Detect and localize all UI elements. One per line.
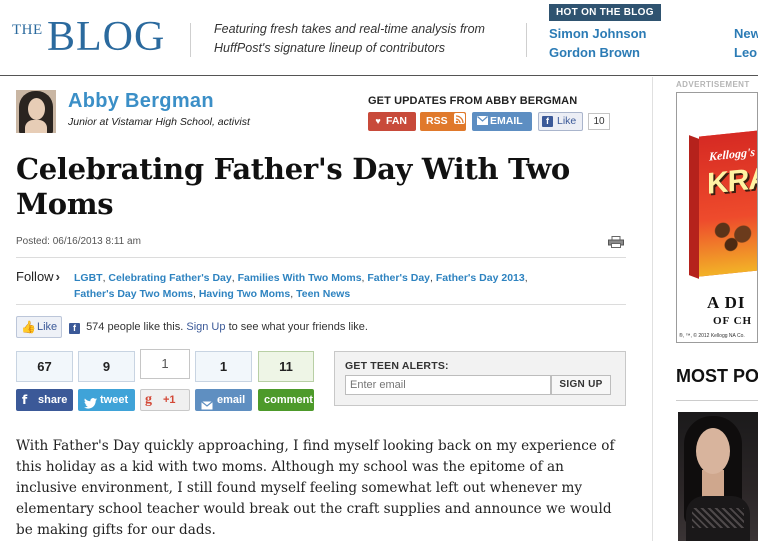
most-popular-divider <box>676 400 758 401</box>
divider <box>16 304 626 305</box>
comment-count: 11 <box>258 351 314 382</box>
follow-text: Follow <box>16 269 54 284</box>
envelope-icon <box>477 116 488 126</box>
facebook-icon: f <box>69 323 80 334</box>
email-button-label: EMAIL <box>490 115 523 127</box>
tweet-label: tweet <box>100 394 129 406</box>
most-popular-heading: MOST PO <box>676 366 758 386</box>
signup-suffix: to see what your friends like. <box>228 321 368 333</box>
facebook-social-text: f 574 people like this. Sign Up to see w… <box>69 321 368 334</box>
ad-fine-print: ®, ™, © 2012 Kellogg NA Co. <box>679 333 745 339</box>
hot-blogger-link[interactable]: Gordon Brown <box>549 43 647 62</box>
facebook-share-button[interactable]: f share <box>16 389 73 411</box>
hot-blogger-link[interactable]: Simon Johnson <box>549 24 647 43</box>
like-label: Like <box>557 115 577 127</box>
facebook-like-count: 10 <box>588 113 610 130</box>
tag-link[interactable]: Having Two Moms <box>199 288 290 300</box>
email-subscribe-button[interactable]: EMAIL <box>472 112 532 131</box>
facebook-signup-link[interactable]: Sign Up <box>186 321 225 333</box>
advertisement-banner[interactable]: Kellogg's KRA A DI OF CH ®, ™, © 2012 Ke… <box>676 92 758 343</box>
email-share-button[interactable]: email <box>195 389 252 411</box>
ad-headline: A DI <box>707 293 746 312</box>
facebook-icon: f <box>542 116 553 127</box>
facebook-icon: f <box>22 393 28 407</box>
tag-link[interactable]: Celebrating Father's Day <box>108 272 231 284</box>
most-popular-thumbnail[interactable] <box>678 412 758 541</box>
rss-icon <box>453 113 465 124</box>
comment-label: comment <box>264 394 313 406</box>
get-updates-title: GET UPDATES FROM ABBY BERGMAN <box>368 95 578 107</box>
facebook-like-button[interactable]: f Like <box>538 112 583 131</box>
facebook-like-button-large[interactable]: 👍 Like <box>16 316 62 338</box>
fan-button[interactable]: ♥ FAN <box>368 112 416 131</box>
like-label: Like <box>37 321 58 333</box>
cereal-box-image: Kellogg's KRA <box>699 129 758 277</box>
google-plus-icon: g <box>145 392 152 407</box>
alerts-title: GET TEEN ALERTS: <box>345 360 449 372</box>
teen-alerts-box: GET TEEN ALERTS: SIGN UP <box>334 351 626 406</box>
tag-link[interactable]: Father's Day Two Moms <box>74 288 193 300</box>
tweet-button[interactable]: tweet <box>78 389 135 411</box>
hot-blogger-column: New Leo <box>734 24 758 62</box>
divider <box>16 257 626 258</box>
share-label: share <box>38 394 68 406</box>
twitter-share-count: 9 <box>78 351 135 382</box>
header-divider <box>190 23 191 57</box>
ad-subline: OF CH <box>713 315 753 327</box>
article-paragraph: With Father's Day quickly approaching, I… <box>16 438 615 538</box>
hot-on-the-blog-badge: HOT ON THE BLOG <box>549 4 661 21</box>
print-icon[interactable] <box>608 235 624 248</box>
follow-label: Follow › <box>16 269 60 284</box>
plus-one-label: +1 <box>163 394 176 406</box>
rss-button-label: RSS <box>426 115 448 127</box>
tag-link[interactable]: LGBT <box>74 272 103 284</box>
chevron-right-icon: › <box>55 269 60 284</box>
author-name-link[interactable]: Abby Bergman <box>68 90 214 113</box>
alerts-email-input[interactable] <box>345 375 551 395</box>
facebook-share-count: 67 <box>16 351 73 382</box>
comment-button[interactable]: comment <box>258 389 314 411</box>
tag-link[interactable]: Father's Day 2013 <box>436 272 525 284</box>
email-share-count: 1 <box>195 351 252 382</box>
ad-product-name: KRA <box>707 161 758 201</box>
logo-the: THE <box>12 22 43 38</box>
sidebar-divider <box>652 77 653 541</box>
author-bio: Junior at Vistamar High School, activist <box>68 116 250 128</box>
header-tagline: Featuring fresh takes and real-time anal… <box>214 22 485 55</box>
heart-icon: ♥ <box>375 116 381 126</box>
twitter-bird-icon <box>84 394 97 416</box>
gplus-share-count: 1 <box>140 349 190 379</box>
email-label: email <box>217 394 246 406</box>
envelope-icon <box>201 395 213 417</box>
google-plus-button[interactable]: g +1 <box>140 389 190 411</box>
post-date: Posted: 06/16/2013 8:11 am <box>16 236 141 247</box>
post-title: Celebrating Father's Day With Two Moms <box>16 152 570 221</box>
header-divider <box>526 23 527 57</box>
fan-button-label: FAN <box>386 115 407 127</box>
thumbs-up-icon: 👍 <box>21 320 36 334</box>
tag-link[interactable]: Teen News <box>296 288 350 300</box>
tag-list: LGBT, Celebrating Father's Day, Families… <box>74 272 528 300</box>
tag-link[interactable]: Father's Day <box>367 272 430 284</box>
hot-blogger-column: Simon Johnson Gordon Brown <box>549 24 647 62</box>
hot-blogger-link[interactable]: Leo <box>734 43 758 62</box>
hot-blogger-link[interactable]: New <box>734 24 758 43</box>
logo-blog: BLOG <box>47 14 166 60</box>
author-avatar[interactable] <box>16 90 56 133</box>
people-like-text: 574 people like this. <box>86 321 184 333</box>
rss-button[interactable]: RSS <box>420 112 466 131</box>
advertisement-label: ADVERTISEMENT <box>676 80 750 89</box>
tag-link[interactable]: Families With Two Moms <box>238 272 362 284</box>
alerts-signup-button[interactable]: SIGN UP <box>551 375 611 395</box>
site-header: THE BLOG Featuring fresh takes and real-… <box>0 0 758 76</box>
